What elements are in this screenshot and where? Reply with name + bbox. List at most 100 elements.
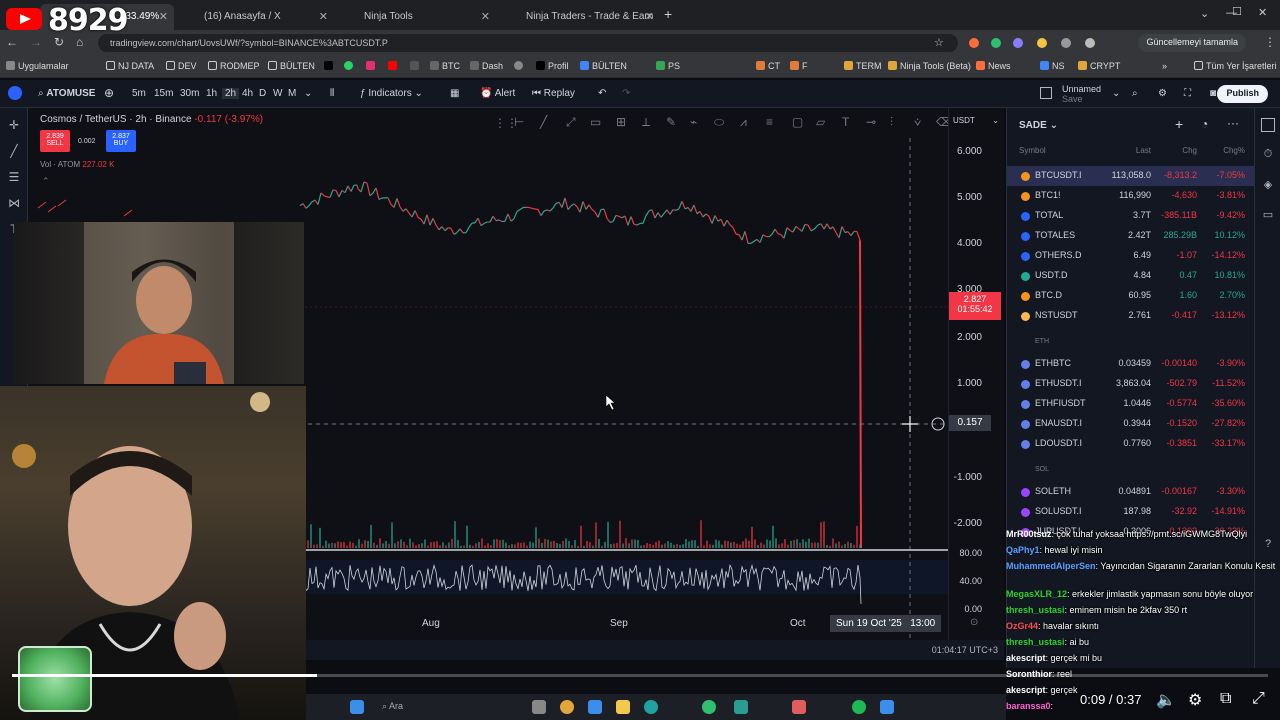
sell-button[interactable]: 2.839 SELL: [40, 130, 70, 152]
watchlist-section-header[interactable]: ETH: [1035, 338, 1049, 345]
templates-icon[interactable]: ▦: [450, 88, 459, 99]
watchlist-row[interactable]: TOTALES 2.42T 285.29B 10.12%: [1007, 226, 1255, 246]
chat-username[interactable]: MuhammedAlperSen: [1006, 561, 1096, 571]
compare-icon[interactable]: ⊕: [104, 86, 114, 100]
settings-gear-icon[interactable]: ⚙: [1158, 88, 1167, 99]
watchlist-title[interactable]: SADE ⌄: [1019, 120, 1058, 131]
watchlist-section-header[interactable]: SOL: [1035, 466, 1049, 473]
callout-icon[interactable]: ▱: [816, 115, 825, 129]
undo-icon[interactable]: ↶: [598, 88, 606, 99]
hline-icon[interactable]: ⊸: [866, 115, 876, 129]
bookmark-ct[interactable]: CT: [756, 61, 780, 71]
horizontal-line-icon[interactable]: ⊢: [514, 115, 524, 129]
watchlist-row[interactable]: SOLETH 0.04891 -0.00167 -3.30%: [1007, 482, 1255, 502]
indicators-button[interactable]: ƒ Indicators ⌄: [360, 88, 423, 99]
bookmark-whatsapp-icon[interactable]: [344, 61, 356, 71]
symbol-search[interactable]: ⌕ ATOMUSE: [38, 88, 95, 99]
polyline-icon[interactable]: ⩘: [740, 115, 747, 130]
fullscreen-icon[interactable]: ⛶: [1184, 88, 1191, 99]
crosshair-icon[interactable]: ✛: [6, 118, 22, 132]
brush-icon[interactable]: ✎: [666, 115, 676, 129]
folder-icon[interactable]: [616, 700, 630, 714]
taskbar-app-icon[interactable]: [532, 700, 546, 714]
watchlist-row[interactable]: OTHERS.D 6.49 -1.07 -14.12%: [1007, 246, 1255, 266]
watchlist-row[interactable]: LDOUSDT.I 0.7760 -0.3851 -33.17%: [1007, 434, 1255, 454]
watchlist-row[interactable]: ETHBTC 0.03459 -0.00140 -3.90%: [1007, 354, 1255, 374]
alert-button[interactable]: ⏰ Alert: [480, 88, 515, 99]
watchlist-row[interactable]: BTCUSDT.I 113,058.0 -8,313.2 -7.05%: [1007, 166, 1255, 186]
bookmark-globe-icon[interactable]: [514, 61, 526, 71]
screenshot-camera-icon[interactable]: ◙: [1210, 88, 1216, 99]
publish-button[interactable]: Publish: [1217, 85, 1268, 103]
ellipse-icon[interactable]: ⬭: [714, 115, 724, 130]
edge-icon[interactable]: [644, 700, 658, 714]
interval-d[interactable]: D: [259, 88, 266, 99]
tab-search-icon[interactable]: ⌄: [1200, 7, 1209, 20]
goto-date-icon[interactable]: ⊙: [970, 617, 978, 628]
xbox-icon[interactable]: [702, 700, 716, 714]
maximize-icon[interactable]: ☐: [1232, 5, 1242, 18]
position-icon[interactable]: ⫶: [890, 115, 893, 130]
column-header[interactable]: Chg%: [1223, 146, 1245, 155]
trendline-icon[interactable]: ╱: [6, 144, 22, 158]
close-icon[interactable]: ✕: [159, 10, 168, 23]
bookmark-f[interactable]: F: [790, 61, 808, 71]
taskbar-search[interactable]: ⌕ Ara: [382, 701, 403, 712]
alerts-clock-icon[interactable]: ⏱: [1261, 148, 1275, 162]
chrome-icon[interactable]: [560, 700, 574, 714]
quick-search-icon[interactable]: ⌕: [1132, 88, 1138, 99]
spotify-icon[interactable]: [852, 700, 866, 714]
bookmark-profil[interactable]: Profil: [536, 61, 569, 71]
trendline-icon[interactable]: ╱: [540, 115, 547, 129]
chat-username[interactable]: akescript: [1006, 685, 1046, 695]
watchlist-row[interactable]: BTC1! 116,990 -4,630 -3.81%: [1007, 186, 1255, 206]
tab-x[interactable]: (16) Anasayfa / X ✕: [178, 4, 334, 30]
chat-username[interactable]: akescript: [1006, 653, 1046, 663]
chat-icon[interactable]: ▭: [1261, 208, 1275, 222]
chat-username[interactable]: thresh_ustasi: [1006, 637, 1065, 647]
browser-menu-icon[interactable]: ⋮: [1264, 35, 1276, 49]
interval-m[interactable]: M: [288, 88, 296, 99]
chat-username[interactable]: MegasXLR_12: [1006, 589, 1067, 599]
column-header[interactable]: Last: [1136, 146, 1151, 155]
taskbar-app-icon[interactable]: [880, 700, 894, 714]
layout-name[interactable]: Unnamed Save: [1062, 84, 1101, 104]
utc-clock[interactable]: 01:04:17 UTC+3: [932, 645, 998, 655]
close-icon[interactable]: ✕: [481, 10, 490, 23]
windows-start-icon[interactable]: [350, 700, 364, 714]
text-icon[interactable]: T: [842, 115, 849, 129]
redo-icon[interactable]: ↷: [622, 88, 630, 99]
watchlist-row[interactable]: TOTAL 3.7T -385.11B -9.42%: [1007, 206, 1255, 226]
interval-5m[interactable]: 5m: [132, 88, 146, 99]
close-icon[interactable]: ✕: [319, 10, 328, 23]
data-window-icon[interactable]: ◈: [1261, 178, 1275, 192]
settings-gear-icon[interactable]: ⚙: [1188, 690, 1202, 710]
user-menu-icon[interactable]: [8, 86, 22, 100]
forward-icon[interactable]: →: [30, 35, 42, 49]
note-icon[interactable]: ▢: [792, 115, 803, 129]
chevron-down-icon[interactable]: ⌄: [1112, 88, 1120, 99]
bookmark-folder[interactable]: RODMEP: [208, 61, 260, 71]
watchlist-row[interactable]: ENAUSDT.I 0.3944 -0.1520 -27.82%: [1007, 414, 1255, 434]
url-field[interactable]: tradingview.com/chart/UovsUWf/?symbol=BI…: [98, 34, 958, 52]
bookmark-ps[interactable]: PS: [656, 61, 680, 71]
chat-username[interactable]: thresh_ustasi: [1006, 605, 1065, 615]
advanced-view-icon[interactable]: ◔: [1201, 117, 1208, 131]
update-browser-button[interactable]: Güncellemeyi tamamla: [1138, 34, 1246, 52]
lines-icon[interactable]: ≡: [766, 115, 773, 129]
watchlist-row[interactable]: ETHUSDT.I 3,863.04 -502.79 -11.52%: [1007, 374, 1255, 394]
add-symbol-icon[interactable]: +: [1175, 116, 1183, 132]
currency-selector[interactable]: USDT ⌄: [953, 116, 1001, 128]
tab-ninja-tools[interactable]: Ninja Tools ✕: [338, 4, 496, 30]
interval-15m[interactable]: 15m: [154, 88, 173, 99]
watchlist-row[interactable]: NSTUSDT 2.761 -0.417 -13.12%: [1007, 306, 1255, 326]
watchlist-icon[interactable]: [1261, 118, 1275, 132]
tab-ninja-traders[interactable]: Ninja Traders - Trade & Earn ✕: [500, 4, 660, 30]
back-icon[interactable]: ←: [6, 35, 18, 49]
bookmark-youtube-icon[interactable]: [388, 61, 400, 71]
column-header[interactable]: Symbol: [1019, 146, 1046, 155]
new-tab-icon[interactable]: +: [664, 6, 672, 22]
interval-1h[interactable]: 1h: [206, 88, 217, 99]
chat-username[interactable]: OzGr44: [1006, 621, 1038, 631]
replay-button[interactable]: ⏮ Replay: [532, 88, 575, 99]
